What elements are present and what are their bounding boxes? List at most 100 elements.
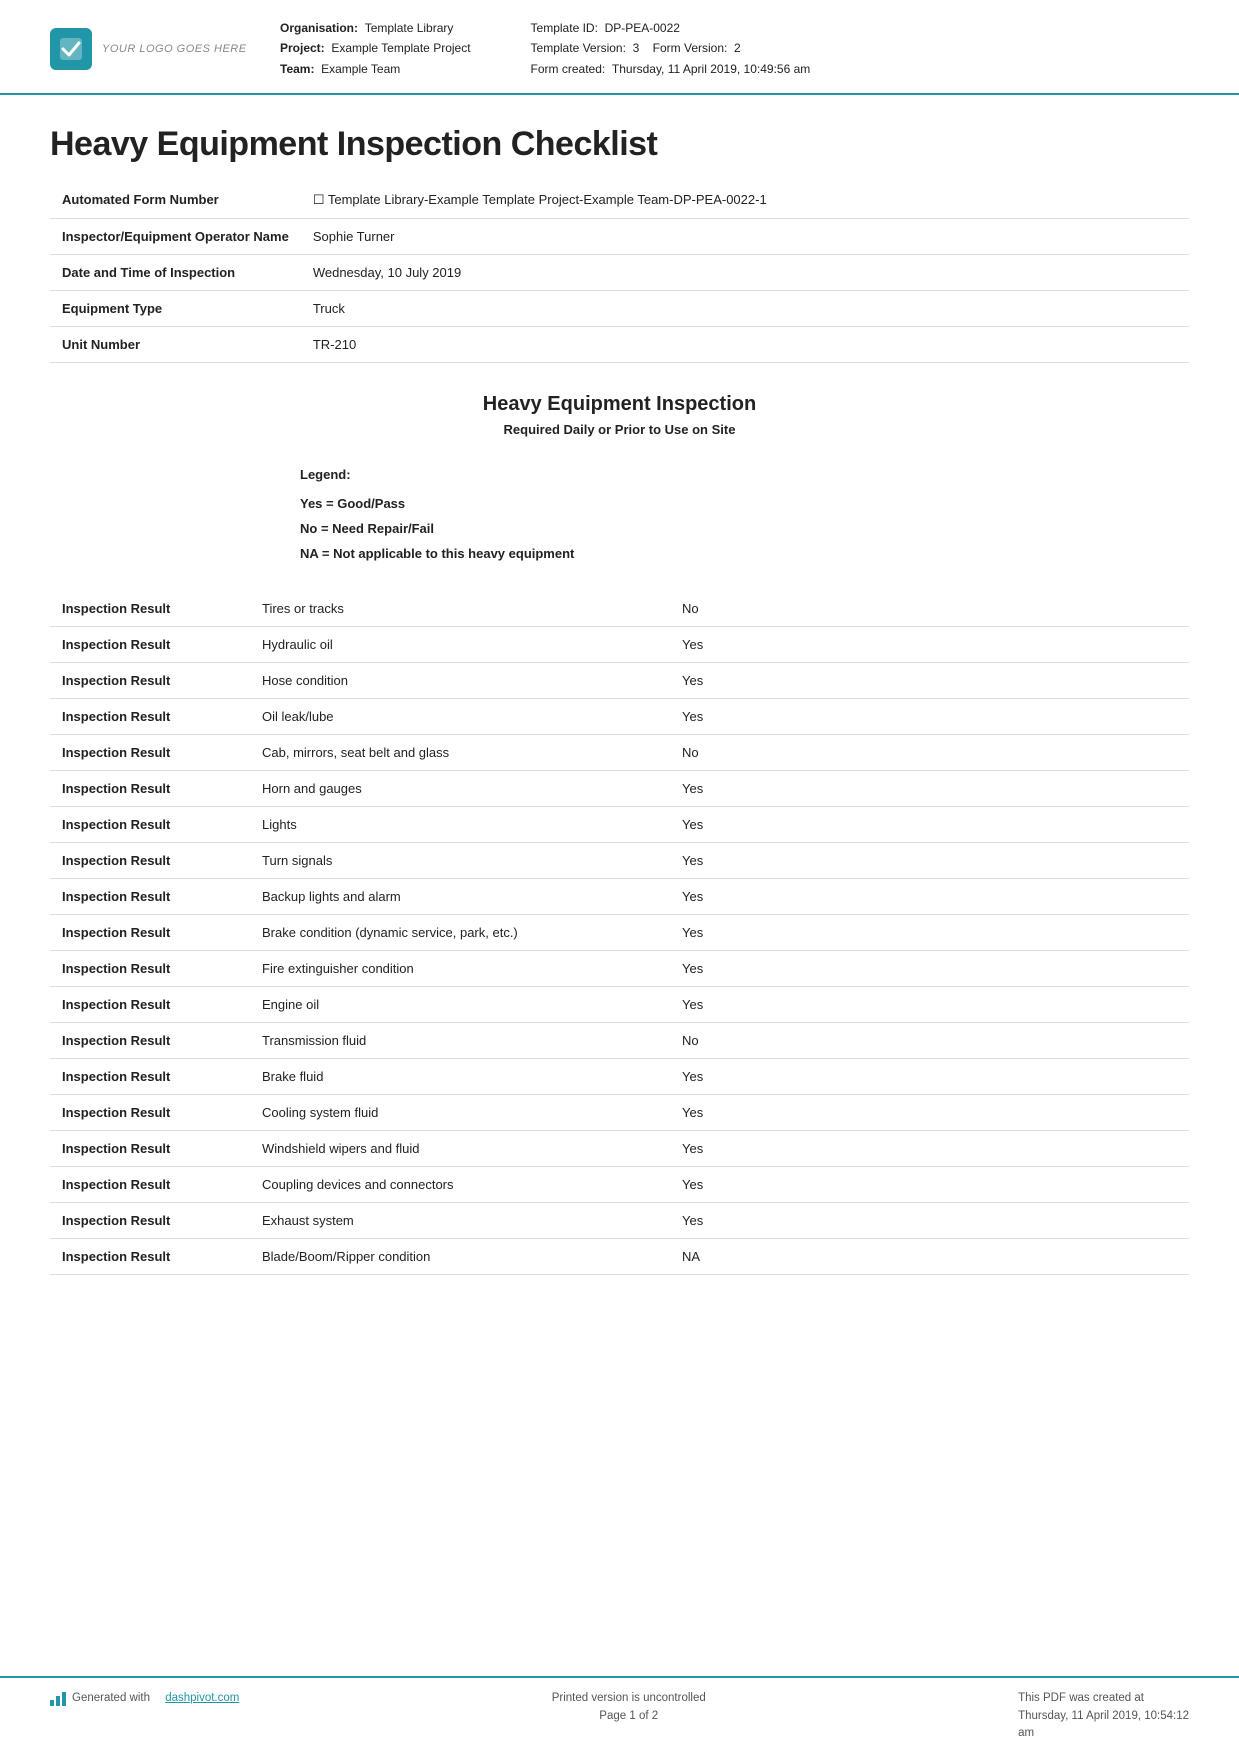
logo-text: YOUR LOGO GOES HERE [102, 43, 247, 55]
info-value: Truck [301, 291, 1189, 327]
template-id-label: Template ID: [531, 21, 598, 35]
legend-label: Legend: [300, 467, 1189, 482]
inspection-item: Oil leak/lube [250, 699, 670, 735]
inspection-result: Yes [670, 699, 1189, 735]
inspection-label: Inspection Result [50, 1059, 250, 1095]
inspection-row: Inspection Result Blade/Boom/Ripper cond… [50, 1239, 1189, 1275]
inspection-row: Inspection Result Windshield wipers and … [50, 1131, 1189, 1167]
info-label: Unit Number [50, 327, 301, 363]
header-meta-right: Template ID: DP-PEA-0022 Template Versio… [531, 18, 811, 79]
inspection-label: Inspection Result [50, 771, 250, 807]
project-line: Project: Example Template Project [280, 38, 471, 58]
inspection-item: Backup lights and alarm [250, 879, 670, 915]
inspection-label: Inspection Result [50, 1023, 250, 1059]
legend-item: No = Need Repair/Fail [300, 521, 1189, 536]
inspection-row: Inspection Result Exhaust system Yes [50, 1203, 1189, 1239]
org-value: Template Library [365, 21, 454, 35]
inspection-row: Inspection Result Turn signals Yes [50, 843, 1189, 879]
inspection-table: Inspection Result Tires or tracks No Ins… [50, 591, 1189, 1275]
form-version-value: 2 [734, 41, 741, 55]
inspection-row: Inspection Result Lights Yes [50, 807, 1189, 843]
inspection-row: Inspection Result Cooling system fluid Y… [50, 1095, 1189, 1131]
team-line: Team: Example Team [280, 59, 471, 79]
footer-center: Printed version is uncontrolled Page 1 o… [552, 1690, 706, 1725]
inspection-item: Horn and gauges [250, 771, 670, 807]
footer-link[interactable]: dashpivot.com [165, 1692, 239, 1704]
inspection-item: Blade/Boom/Ripper condition [250, 1239, 670, 1275]
inspection-label: Inspection Result [50, 843, 250, 879]
form-created-line: Form created: Thursday, 11 April 2019, 1… [531, 59, 811, 79]
inspection-label: Inspection Result [50, 1095, 250, 1131]
header: YOUR LOGO GOES HERE Organisation: Templa… [0, 0, 1239, 95]
info-value: Sophie Turner [301, 219, 1189, 255]
info-value: Wednesday, 10 July 2019 [301, 255, 1189, 291]
inspection-result: Yes [670, 807, 1189, 843]
info-label: Inspector/Equipment Operator Name [50, 219, 301, 255]
inspection-item: Engine oil [250, 987, 670, 1023]
inspection-item: Lights [250, 807, 670, 843]
inspection-row: Inspection Result Hose condition Yes [50, 663, 1189, 699]
inspection-row: Inspection Result Fire extinguisher cond… [50, 951, 1189, 987]
inspection-label: Inspection Result [50, 1131, 250, 1167]
org-label: Organisation: [280, 21, 358, 35]
org-line: Organisation: Template Library [280, 18, 471, 38]
inspection-label: Inspection Result [50, 735, 250, 771]
inspection-result: NA [670, 1239, 1189, 1275]
inspection-label: Inspection Result [50, 663, 250, 699]
inspection-result: Yes [670, 627, 1189, 663]
inspection-row: Inspection Result Hydraulic oil Yes [50, 627, 1189, 663]
footer-right: This PDF was created at Thursday, 11 Apr… [1018, 1690, 1189, 1742]
inspection-label: Inspection Result [50, 1167, 250, 1203]
footer-uncontrolled: Printed version is uncontrolled [552, 1690, 706, 1707]
info-value: TR-210 [301, 327, 1189, 363]
info-row: Date and Time of Inspection Wednesday, 1… [50, 255, 1189, 291]
doc-title: Heavy Equipment Inspection Checklist [50, 125, 1189, 164]
section-subtitle: Required Daily or Prior to Use on Site [50, 422, 1189, 437]
inspection-row: Inspection Result Oil leak/lube Yes [50, 699, 1189, 735]
inspection-label: Inspection Result [50, 987, 250, 1023]
info-table: Automated Form Number ☐ Template Library… [50, 182, 1189, 363]
inspection-result: Yes [670, 771, 1189, 807]
inspection-result: No [670, 591, 1189, 627]
inspection-label: Inspection Result [50, 807, 250, 843]
inspection-item: Fire extinguisher condition [250, 951, 670, 987]
template-version-value: 3 [633, 41, 640, 55]
inspection-label: Inspection Result [50, 951, 250, 987]
inspection-result: Yes [670, 843, 1189, 879]
info-label: Automated Form Number [50, 182, 301, 219]
inspection-row: Inspection Result Backup lights and alar… [50, 879, 1189, 915]
inspection-item: Tires or tracks [250, 591, 670, 627]
logo-icon [50, 28, 92, 70]
legend-block: Legend: Yes = Good/PassNo = Need Repair/… [50, 447, 1189, 581]
inspection-item: Cooling system fluid [250, 1095, 670, 1131]
footer-page: Page 1 of 2 [552, 1708, 706, 1725]
inspection-row: Inspection Result Transmission fluid No [50, 1023, 1189, 1059]
template-version-label: Template Version: [531, 41, 626, 55]
inspection-label: Inspection Result [50, 591, 250, 627]
inspection-item: Brake fluid [250, 1059, 670, 1095]
info-row: Unit Number TR-210 [50, 327, 1189, 363]
info-row: Equipment Type Truck [50, 291, 1189, 327]
inspection-row: Inspection Result Brake fluid Yes [50, 1059, 1189, 1095]
inspection-item: Hydraulic oil [250, 627, 670, 663]
inspection-result: Yes [670, 663, 1189, 699]
inspection-result: Yes [670, 1095, 1189, 1131]
inspection-label: Inspection Result [50, 879, 250, 915]
team-label: Team: [280, 62, 314, 76]
info-value: ☐ Template Library-Example Template Proj… [301, 182, 1189, 219]
inspection-item: Cab, mirrors, seat belt and glass [250, 735, 670, 771]
template-id-line: Template ID: DP-PEA-0022 [531, 18, 811, 38]
info-row: Automated Form Number ☐ Template Library… [50, 182, 1189, 219]
inspection-label: Inspection Result [50, 915, 250, 951]
inspection-row: Inspection Result Horn and gauges Yes [50, 771, 1189, 807]
inspection-item: Turn signals [250, 843, 670, 879]
info-row: Inspector/Equipment Operator Name Sophie… [50, 219, 1189, 255]
inspection-row: Inspection Result Coupling devices and c… [50, 1167, 1189, 1203]
header-meta-left: Organisation: Template Library Project: … [280, 18, 471, 79]
team-value: Example Team [321, 62, 400, 76]
inspection-result: Yes [670, 1203, 1189, 1239]
inspection-label: Inspection Result [50, 1203, 250, 1239]
footer-pdf-label: This PDF was created at [1018, 1690, 1189, 1707]
bar-chart-icon [50, 1690, 66, 1706]
info-label: Equipment Type [50, 291, 301, 327]
